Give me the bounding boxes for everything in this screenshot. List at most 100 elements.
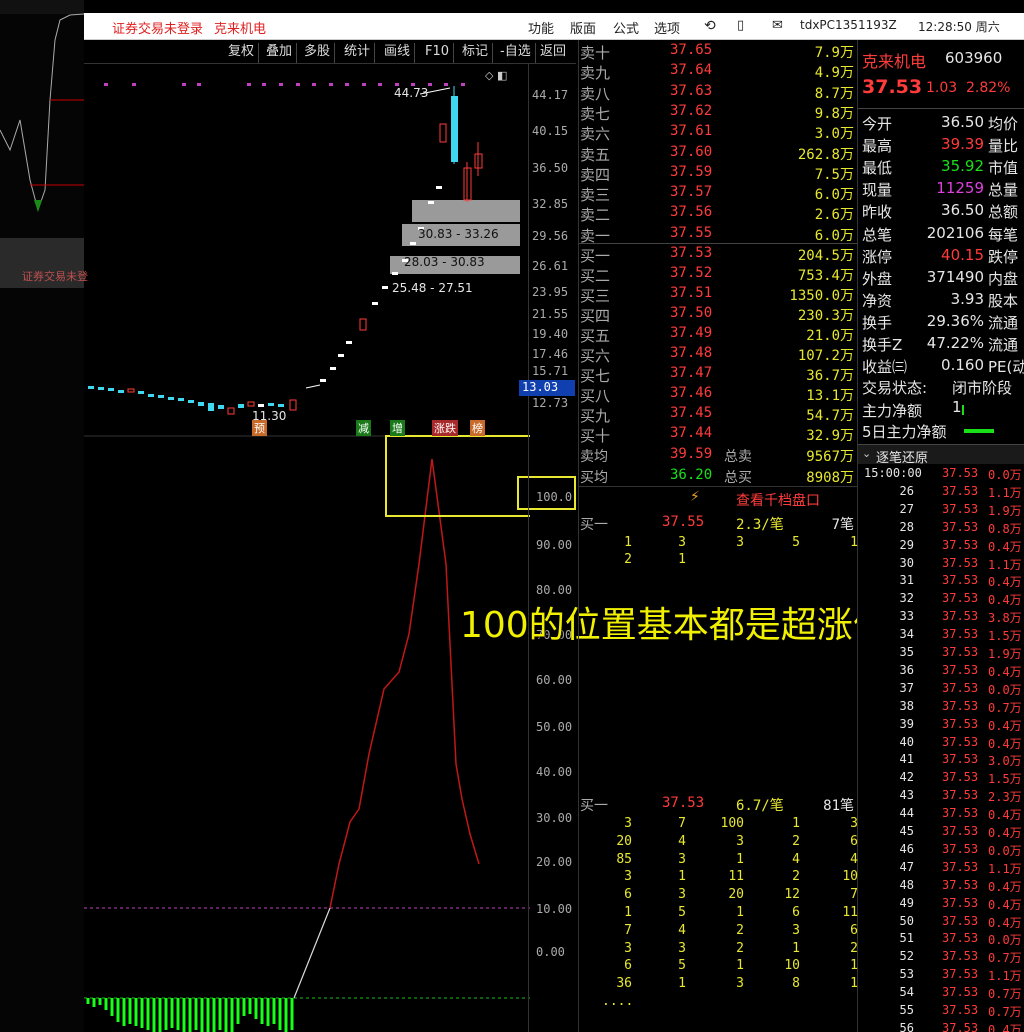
sell-level-row[interactable]: 卖十 37.65 7.9万 [580,42,856,62]
menu-layout[interactable]: 版面 [570,18,596,37]
axis-ind-20: 20.00 [536,855,573,869]
info-label: 净资 [862,291,893,310]
zone-label-1: 30.83 - 33.26 [418,227,499,241]
sell-level-row[interactable]: 卖九 37.64 4.9万 [580,62,856,82]
buy-level-row[interactable]: 买六 37.48 107.2万 [580,345,856,365]
tick-price: 37.53 [942,949,979,964]
tick-volume: 0.4万 [988,575,1022,590]
clock: 12:28:50 周六 [918,20,1000,34]
marker-increase[interactable]: 增 [390,420,405,436]
sell-level-row[interactable]: 卖四 37.59 7.5万 [580,164,856,184]
tick-volume: 1.1万 [988,557,1022,572]
info-label: 换手Z [862,336,903,354]
level-volume: 230.3万 [797,308,854,324]
queue-row: 6 5 1 10 1 [580,958,858,976]
tick-row: 39 37.53 0.4万 [860,717,1024,735]
tick-time: 30 [899,555,914,570]
tick-row: 56 37.53 0.4万 [860,1021,1024,1032]
queue-cell: 3 [792,922,800,938]
marker-reduce[interactable]: 减 [356,420,371,436]
buy-level-row[interactable]: 买二 37.52 753.4万 [580,265,856,285]
info-label-2: 内盘 [988,269,1019,288]
buy-level-row[interactable]: 买十 37.44 32.9万 [580,425,856,445]
marker-pre[interactable]: 预 [252,420,267,436]
phone-icon[interactable]: ▯ [737,18,744,33]
refresh-icon[interactable]: ⟲ [704,18,716,34]
menu-function[interactable]: 功能 [528,18,554,37]
level-price: 37.51 [670,285,713,301]
buy-level-row[interactable]: 买一 37.53 204.5万 [580,245,856,265]
info-value: 47.22% [926,334,984,352]
queue-cell: 1 [736,851,744,867]
tick-row: 40 37.53 0.4万 [860,735,1024,753]
sell-level-row[interactable]: 卖七 37.62 9.8万 [580,103,856,123]
stock-name: 克来机电 [862,52,927,71]
tick-time: 54 [899,985,914,1000]
level-volume: 8.7万 [814,85,854,102]
high-price-label: 44.73 [394,86,429,100]
stock-change: 1.03 [926,80,958,96]
tb-overlay[interactable]: 叠加 [262,43,298,63]
tick-volume: 1.5万 [988,629,1022,644]
tb-restore-right[interactable]: 复权 [224,43,260,63]
sell-level-row[interactable]: 卖一 37.55 6.0万 [580,225,856,245]
login-status[interactable]: 证券交易未登录 [112,18,203,37]
buy-level-row[interactable]: 买九 37.45 54.7万 [580,405,856,425]
buy-level-row[interactable]: 买三 37.51 1350.0万 [580,285,856,305]
tick-time: 56 [899,1020,914,1032]
level-label: 买七 [580,367,611,385]
buy-level-row[interactable]: 买四 37.50 230.3万 [580,305,856,325]
sell-level-row[interactable]: 卖八 37.63 8.7万 [580,83,856,103]
tick-price: 37.53 [942,1003,979,1017]
tb-back[interactable]: 返回 [536,43,570,63]
sell-level-row[interactable]: 卖二 37.56 2.6万 [580,204,856,224]
buy-level-row[interactable]: 买五 37.49 21.0万 [580,325,856,345]
queue-cell: 3 [678,940,686,956]
queue-cell: 2 [736,940,744,956]
tick-volume: 0.4万 [988,664,1022,679]
level-volume: 1350.0万 [789,288,854,304]
tb-draw[interactable]: 画线 [380,43,416,63]
queue-row: 1 3 3 5 1 [580,535,858,553]
tick-price: 37.53 [942,627,979,642]
menu-formula[interactable]: 公式 [613,18,639,37]
queue-cell: 1 [678,552,686,567]
collapse-icon[interactable]: ⌄ [862,447,871,460]
tick-volume: 1.5万 [988,772,1022,787]
tb-mark[interactable]: 标记 [458,43,494,63]
queue-cell: 1 [736,958,744,974]
tb-f10[interactable]: F10 [421,43,455,63]
ticks-header[interactable]: 逐笔还原 ⌄ [858,444,1024,466]
tick-time: 27 [899,501,914,516]
level-price: 37.55 [670,224,713,241]
tb-multi[interactable]: 多股 [300,43,336,63]
buy-level-row[interactable]: 买八 37.46 13.1万 [580,385,856,405]
tick-time: 28 [899,519,914,534]
tb-watchlist[interactable]: -自选 [496,43,536,63]
view-depth-link[interactable]: 查看千档盘口 [736,490,820,510]
tick-volume: 1.1万 [988,485,1022,500]
tick-time: 31 [899,573,914,588]
mail-icon[interactable]: ✉ [772,18,783,33]
tick-price: 37.53 [942,501,979,516]
tick-time: 32 [899,591,914,606]
stock-info-row: 现量 11259 总量 [860,179,1024,201]
level-label: 卖三 [580,186,611,205]
sell-level-row[interactable]: 卖五 37.60 262.8万 [580,144,856,164]
sell-level-row[interactable]: 卖六 37.61 3.0万 [580,123,856,143]
info-value: 202106 [926,223,984,242]
avg-sell-row: 卖均 39.59 总卖 9567万 [580,446,854,465]
buy-level-row[interactable]: 买七 37.47 36.7万 [580,365,856,385]
marker-rank[interactable]: 榜 [470,420,485,436]
kline-chart[interactable]: ◇ ◧ [84,64,530,1032]
level-volume: 54.7万 [806,408,854,424]
tb-stats[interactable]: 统计 [340,43,376,63]
left-panel-text: 证券交易未登 [22,270,88,283]
queue-cell: 6 [792,905,800,920]
sell-level-row[interactable]: 卖三 37.57 6.0万 [580,184,856,204]
marker-limit[interactable]: 涨跌 [432,420,458,436]
axis-price-2: 36.50 [532,161,569,175]
tick-price: 37.53 [942,788,979,803]
tick-price: 37.53 [942,967,979,982]
menu-options[interactable]: 选项 [654,18,680,37]
